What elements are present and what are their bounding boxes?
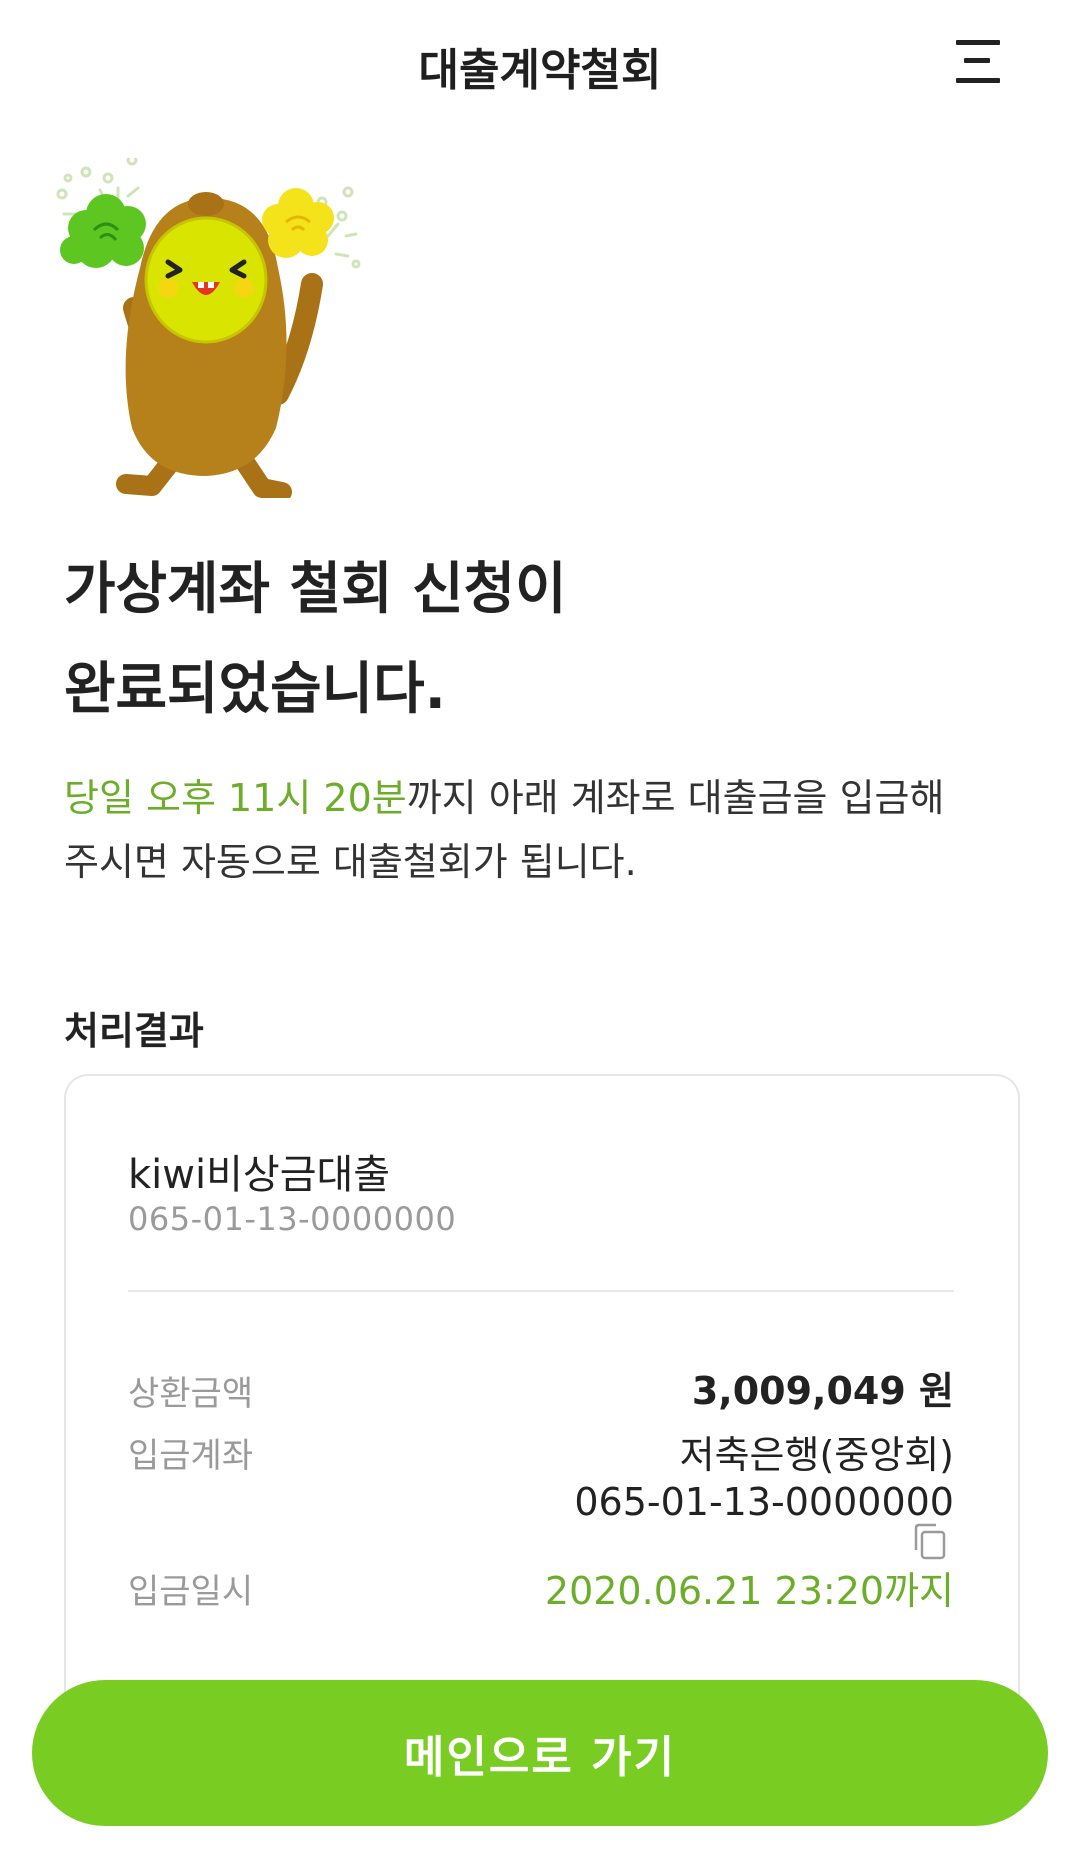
product-name: kiwi비상금대출 <box>128 1152 391 1198</box>
cheering-kiwi-mascot-icon <box>56 154 436 502</box>
instruction-text: 당일 오후 11시 20분까지 아래 계좌로 대출금을 입금해 주시면 자동으로… <box>64 766 1024 894</box>
deposit-account-label: 입금계좌 <box>128 1436 254 1476</box>
bank-name: 저축은행(중앙회) <box>679 1433 954 1477</box>
repayment-amount-value: 3,009,049 원 <box>691 1369 954 1413</box>
deadline-highlight: 당일 오후 11시 20분 <box>64 776 407 820</box>
headline-line-2: 완료되었습니다. <box>64 657 446 722</box>
deposit-deadline-value: 2020.06.21 23:20까지 <box>544 1569 954 1613</box>
completion-headline: 가상계좌 철회 신청이 완료되었습니다. <box>64 540 984 740</box>
headline-line-1: 가상계좌 철회 신청이 <box>64 557 567 622</box>
deposit-deadline-label: 입금일시 <box>128 1572 254 1612</box>
repayment-amount-label: 상환금액 <box>128 1374 254 1414</box>
product-account-number: 065-01-13-0000000 <box>128 1200 457 1238</box>
card-divider <box>128 1290 954 1292</box>
instruction-line-1-rest: 까지 아래 계좌로 대출금을 입금해 <box>406 776 945 820</box>
app-header: 대출계약철회 <box>0 0 1080 128</box>
instruction-line-1: 당일 오후 11시 20분까지 아래 계좌로 대출금을 입금해 <box>64 766 1024 830</box>
hamburger-menu-icon[interactable] <box>954 36 1010 86</box>
instruction-line-2: 주시면 자동으로 대출철회가 됩니다. <box>64 840 637 884</box>
result-section-title: 처리결과 <box>64 1009 204 1053</box>
deposit-account-number: 065-01-13-0000000 <box>574 1480 954 1524</box>
loan-withdrawal-complete-screen: 대출계약철회 가상계좌 철회 신청이 완료되었습니다. 당일 오후 11시 20… <box>0 0 1080 1856</box>
go-to-main-button[interactable]: 메인으로 가기 <box>32 1680 1048 1826</box>
page-title: 대출계약철회 <box>418 45 662 96</box>
copy-icon[interactable] <box>912 1522 950 1562</box>
